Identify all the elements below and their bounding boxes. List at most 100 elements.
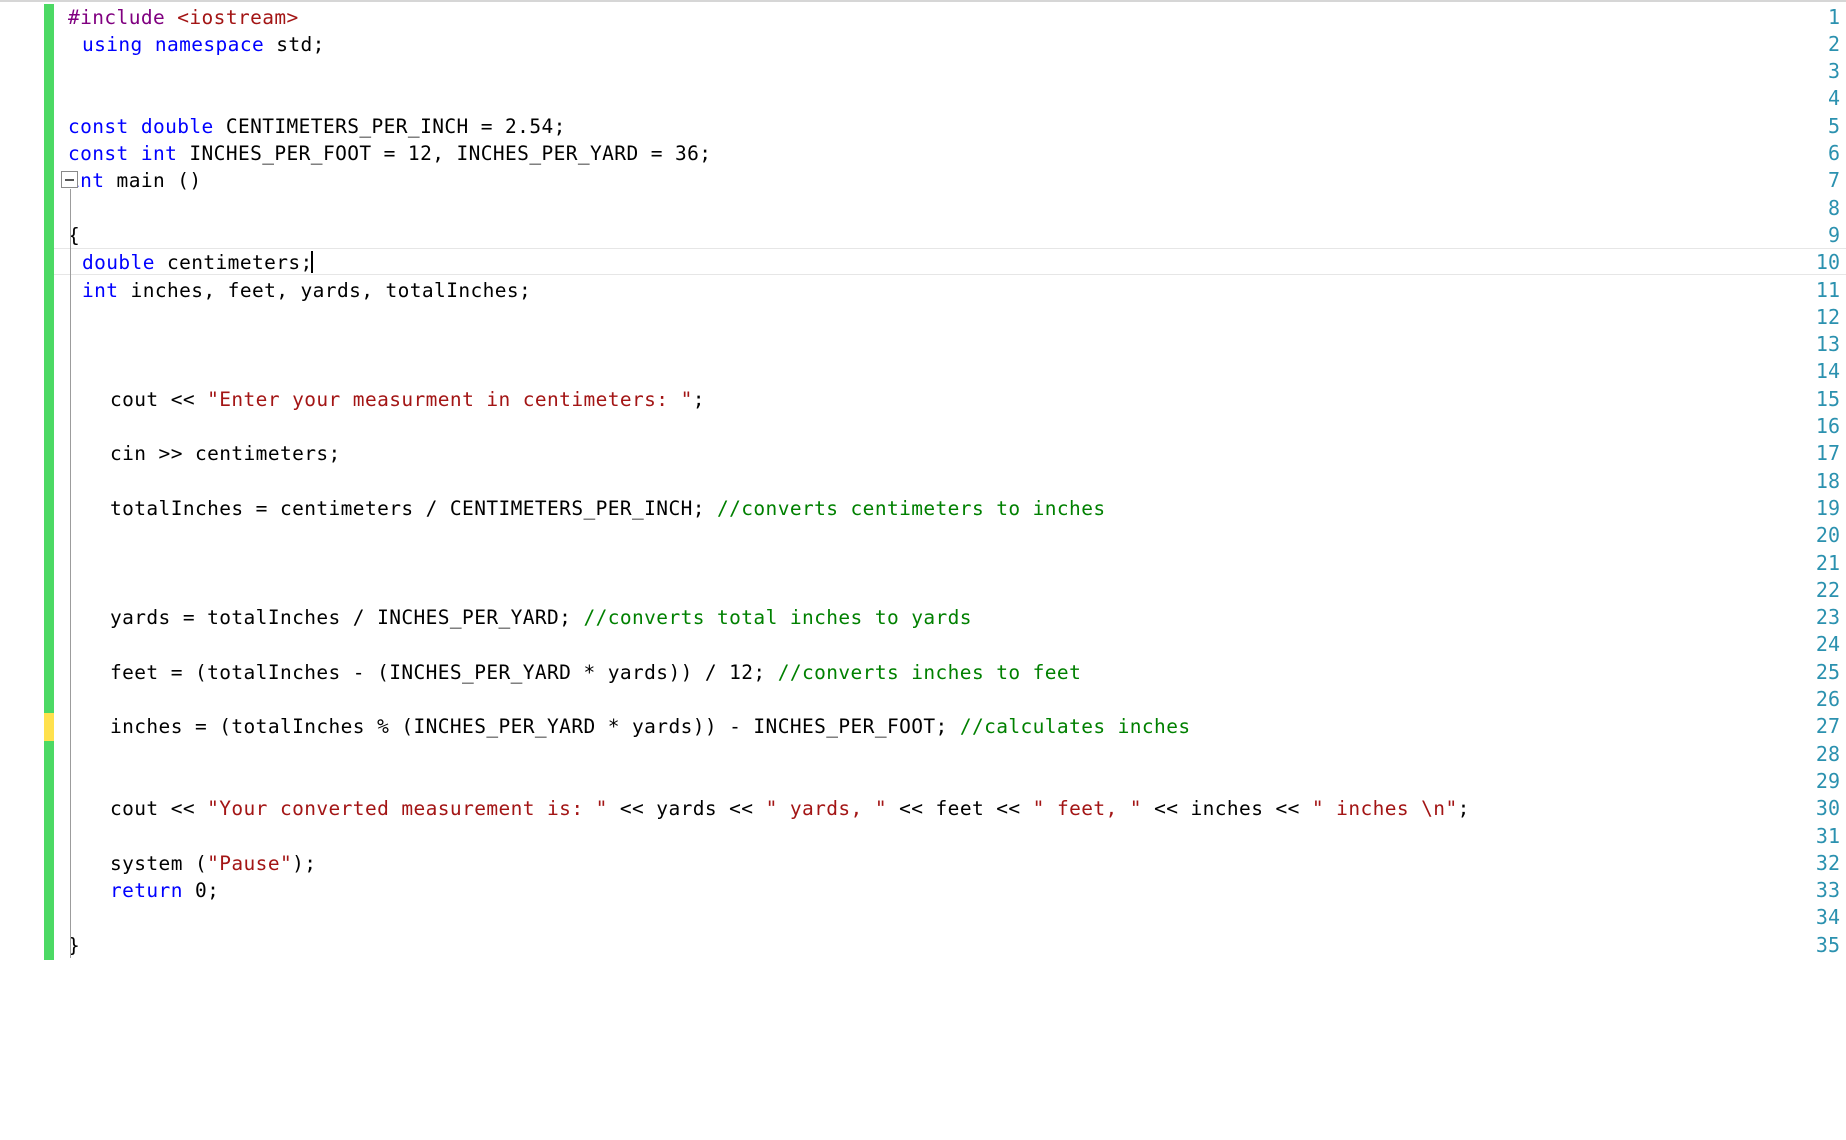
code-text[interactable]: using namespace std; [82,31,325,58]
code-line-row[interactable]: 18 [0,468,1846,495]
code-line-row[interactable]: 1 #include <iostream> [0,4,1846,31]
code-token-com: //calculates inches [959,715,1191,739]
line-number: 18 [1815,468,1840,493]
code-line-row[interactable]: 28 [0,741,1846,768]
change-bar-saved [44,522,54,551]
code-line-row[interactable]: 9{ [0,222,1846,249]
change-bar-saved [44,849,54,878]
line-number: 1 [1827,4,1840,29]
code-line-row[interactable]: 16 [0,413,1846,440]
code-text[interactable]: yards = totalInches / INCHES_PER_YARD; /… [110,604,972,631]
line-number: 9 [1827,222,1840,247]
code-token-str: "Enter your measurment in centimeters: " [207,387,693,411]
line-number: 27 [1815,714,1840,739]
code-line-row[interactable]: 10 double centimeters; [0,249,1846,276]
code-token-kw: int [82,278,119,302]
code-text[interactable]: const int INCHES_PER_FOOT = 12, INCHES_P… [68,140,711,167]
code-text[interactable]: totalInches = centimeters / CENTIMETERS_… [110,495,1105,522]
code-line-row[interactable]: 15 cout << "Enter your measurment in cent… [0,386,1846,413]
code-text[interactable]: system ("Pause"); [110,850,316,877]
code-line-row[interactable]: 25 feet = (totalInches - (INCHES_PER_YARD… [0,659,1846,686]
code-text[interactable]: inches = (totalInches % (INCHES_PER_YARD… [110,713,1190,740]
change-bar-saved [44,167,54,196]
code-token-com: //converts inches to feet [777,660,1082,684]
code-line-row[interactable]: 20 [0,522,1846,549]
code-rows[interactable]: 1 #include <iostream> 2 using namespace std… [0,2,1846,1140]
code-line-row[interactable]: 14 [0,358,1846,385]
change-bar-saved [44,576,54,605]
change-bar-saved [44,467,54,496]
code-line-row[interactable]: 35} [0,932,1846,959]
code-token-pl: inches = (totalInches % (INCHES_PER_YARD… [110,715,960,739]
code-token-pl: std; [264,32,325,56]
code-text[interactable]: cout << "Enter your measurment in centim… [110,386,705,413]
code-line-row[interactable]: 6 const int INCHES_PER_FOOT = 12, INCHES_… [0,140,1846,167]
code-line-row[interactable]: 24 [0,631,1846,658]
code-line-row[interactable]: 11 int inches, feet, yards, totalInches; [0,277,1846,304]
code-token-pl: << yards << [607,797,766,821]
code-text[interactable]: #include <iostream> [68,4,299,31]
change-bar-saved [44,303,54,332]
line-number: 16 [1815,414,1840,438]
code-token-kw: namespace [154,32,265,56]
code-line-row[interactable]: 21 [0,550,1846,577]
fold-collapse-icon[interactable] [61,171,78,189]
change-bar-saved [44,822,54,851]
code-token-kw: int [140,142,178,165]
code-line-row[interactable]: 27 inches = (totalInches % (INCHES_PER_YA… [0,713,1846,740]
line-number: 14 [1815,359,1840,384]
code-text[interactable]: feet = (totalInches - (INCHES_PER_YARD *… [110,659,1081,686]
code-text[interactable]: int main () [68,167,202,194]
code-line-row[interactable]: 33 return 0; [0,877,1846,904]
code-line-row[interactable]: 26 [0,686,1846,713]
change-bar-saved [44,112,54,141]
code-line-row[interactable]: 5 const double CENTIMETERS_PER_INCH = 2.5… [0,113,1846,140]
change-bar-saved [44,249,54,278]
code-line-row[interactable]: 32 system ("Pause"); [0,850,1846,877]
change-bar-saved [44,385,54,414]
line-number: 17 [1815,441,1840,466]
line-number: 23 [1815,605,1840,630]
code-line-row[interactable]: 4 [0,85,1846,112]
code-token-pl: ; [692,387,705,411]
code-token-pl: centimeters; [154,251,313,275]
code-line-row[interactable]: 12 [0,304,1846,331]
line-number: 20 [1815,523,1840,548]
code-text[interactable]: const double CENTIMETERS_PER_INCH = 2.54… [68,113,566,140]
change-bar-saved [44,440,54,469]
code-token-pp: #include [68,5,178,29]
code-line-row[interactable]: 17 cin >> centimeters; [0,440,1846,467]
code-line-row[interactable]: 8 [0,195,1846,222]
code-line-row[interactable]: 7 int main () [0,167,1846,194]
code-text[interactable]: int inches, feet, yards, totalInches; [82,277,531,304]
code-line-row[interactable]: 23 yards = totalInches / INCHES_PER_YARD;… [0,604,1846,631]
change-bar-unsaved [44,713,54,742]
code-line-row[interactable]: 19 totalInches = centimeters / CENTIMETER… [0,495,1846,522]
code-line-row[interactable]: 29 [0,768,1846,795]
code-token-pl: << inches << [1141,797,1312,821]
change-bar-saved [44,194,54,223]
code-line-row[interactable]: 22 [0,577,1846,604]
change-bar-saved [44,658,54,687]
change-bar-saved [44,413,54,441]
code-line-row[interactable]: 2 using namespace std; [0,31,1846,58]
code-token-pl: system ( [110,851,208,875]
code-token-str: " feet, " [1032,797,1142,821]
code-editor-pane[interactable]: 1 #include <iostream> 2 using namespace std… [0,0,1846,1140]
change-bar-saved [44,85,54,114]
line-number: 7 [1827,168,1840,193]
code-text[interactable]: double centimeters; [82,249,313,276]
code-line-row[interactable]: 34 [0,904,1846,931]
code-text[interactable]: cout << "Your converted measurement is: … [110,795,1470,822]
code-line-row[interactable]: 30 cout << "Your converted measurement is… [0,795,1846,822]
code-text[interactable]: cin >> centimeters; [110,440,341,467]
change-bar-saved [44,904,54,933]
line-number: 19 [1815,495,1840,520]
code-line-row[interactable]: 13 [0,331,1846,358]
code-line-row[interactable]: 3 [0,58,1846,85]
code-line-row[interactable]: 31 [0,823,1846,850]
line-number: 13 [1815,332,1840,357]
change-bar-saved [44,931,54,960]
code-text[interactable]: return 0; [110,877,219,904]
